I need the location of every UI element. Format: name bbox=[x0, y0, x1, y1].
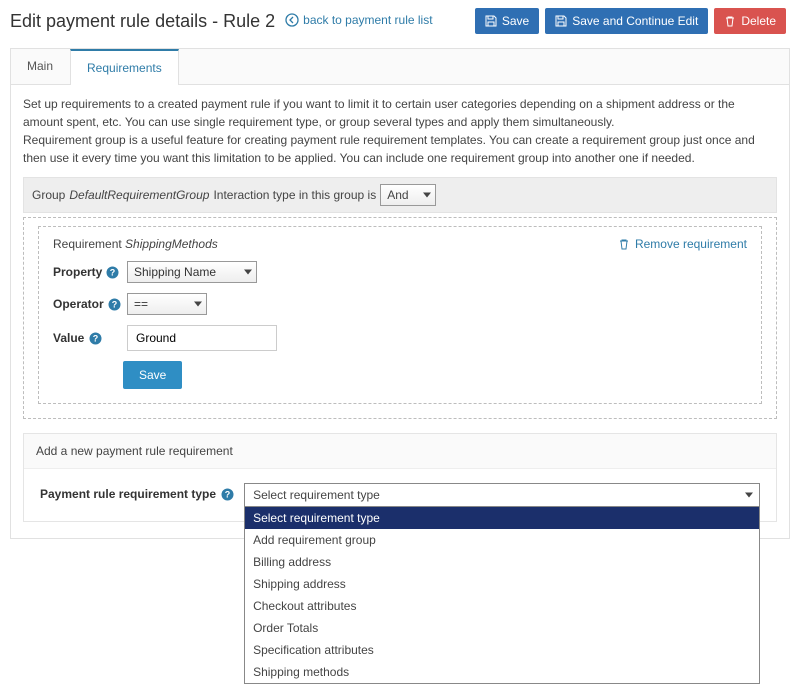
add-requirement-heading: Add a new payment rule requirement bbox=[24, 434, 776, 469]
trash-icon bbox=[724, 15, 736, 27]
remove-requirement-label: Remove requirement bbox=[635, 237, 747, 251]
requirement-box: Requirement ShippingMethods Remove requi… bbox=[38, 226, 762, 404]
tabs: Main Requirements bbox=[11, 49, 789, 85]
save-icon bbox=[485, 15, 497, 27]
svg-text:?: ? bbox=[93, 333, 99, 343]
arrow-left-circle-icon bbox=[285, 13, 299, 27]
requirement-type-option[interactable]: Billing address bbox=[245, 551, 759, 573]
help-icon[interactable]: ? bbox=[106, 265, 119, 279]
requirement-header: Requirement ShippingMethods Remove requi… bbox=[53, 237, 747, 251]
value-row: Value ? bbox=[53, 325, 747, 351]
intro-text: Set up requirements to a created payment… bbox=[23, 95, 777, 167]
operator-select-value: == bbox=[134, 297, 148, 311]
svg-text:?: ? bbox=[224, 489, 230, 499]
save-icon bbox=[555, 15, 567, 27]
help-icon[interactable]: ? bbox=[220, 487, 234, 501]
back-link[interactable]: back to payment rule list bbox=[285, 13, 432, 27]
requirement-title: Requirement ShippingMethods bbox=[53, 237, 218, 251]
save-button-label: Save bbox=[502, 14, 529, 28]
save-continue-button-label: Save and Continue Edit bbox=[572, 14, 698, 28]
intro-p1: Set up requirements to a created payment… bbox=[23, 95, 777, 131]
requirement-name: ShippingMethods bbox=[125, 237, 218, 251]
value-input[interactable] bbox=[127, 325, 277, 351]
property-row: Property ? Shipping Name bbox=[53, 261, 747, 283]
title-wrap: Edit payment rule details - Rule 2 back … bbox=[10, 11, 433, 32]
property-select[interactable]: Shipping Name bbox=[127, 261, 257, 283]
property-label-text: Property bbox=[53, 265, 102, 279]
requirement-type-dropdown[interactable]: Select requirement type Select requireme… bbox=[244, 483, 760, 507]
save-button[interactable]: Save bbox=[475, 8, 539, 34]
page-title: Edit payment rule details - Rule 2 bbox=[10, 11, 275, 32]
requirement-type-option[interactable]: Shipping address bbox=[245, 573, 759, 595]
remove-requirement-link[interactable]: Remove requirement bbox=[618, 237, 747, 251]
requirement-type-options: Select requirement typeAdd requirement g… bbox=[244, 507, 760, 684]
property-label: Property ? bbox=[53, 265, 119, 279]
requirement-type-label-text: Payment rule requirement type bbox=[40, 487, 216, 501]
group-mid: Interaction type in this group is bbox=[213, 188, 376, 202]
svg-text:?: ? bbox=[111, 299, 117, 309]
tab-body: Set up requirements to a created payment… bbox=[11, 85, 789, 538]
requirement-type-option[interactable]: Order Totals bbox=[245, 617, 759, 639]
requirement-type-option[interactable]: Select requirement type bbox=[245, 507, 759, 529]
svg-text:?: ? bbox=[110, 267, 116, 277]
header-buttons: Save Save and Continue Edit Delete bbox=[475, 8, 786, 34]
interaction-type-select[interactable]: And bbox=[380, 184, 436, 206]
property-select-value: Shipping Name bbox=[134, 265, 216, 279]
requirement-type-option[interactable]: Specification attributes bbox=[245, 639, 759, 661]
save-continue-button[interactable]: Save and Continue Edit bbox=[545, 8, 708, 34]
delete-button-label: Delete bbox=[741, 14, 776, 28]
add-requirement-body: Payment rule requirement type ? Select r… bbox=[24, 469, 776, 521]
group-prefix: Group bbox=[32, 188, 65, 202]
back-link-label: back to payment rule list bbox=[303, 13, 432, 27]
requirement-type-selected[interactable]: Select requirement type bbox=[244, 483, 760, 507]
operator-label-text: Operator bbox=[53, 297, 104, 311]
group-name: DefaultRequirementGroup bbox=[69, 188, 209, 202]
group-bar: Group DefaultRequirementGroup Interactio… bbox=[23, 177, 777, 213]
requirement-type-selected-text: Select requirement type bbox=[253, 488, 380, 502]
requirement-group-box: Requirement ShippingMethods Remove requi… bbox=[23, 217, 777, 419]
requirement-type-label: Payment rule requirement type ? bbox=[40, 483, 234, 501]
delete-button[interactable]: Delete bbox=[714, 8, 786, 34]
add-requirement-section: Add a new payment rule requirement Payme… bbox=[23, 433, 777, 522]
tab-main[interactable]: Main bbox=[11, 49, 70, 84]
requirement-type-option[interactable]: Shipping methods bbox=[245, 661, 759, 683]
main-panel: Main Requirements Set up requirements to… bbox=[10, 48, 790, 539]
interaction-type-value: And bbox=[387, 188, 408, 202]
requirement-prefix: Requirement bbox=[53, 237, 122, 251]
operator-row: Operator ? == bbox=[53, 293, 747, 315]
value-label: Value ? bbox=[53, 331, 119, 345]
trash-icon bbox=[618, 238, 630, 250]
requirement-type-option[interactable]: Checkout attributes bbox=[245, 595, 759, 617]
help-icon[interactable]: ? bbox=[108, 297, 121, 311]
requirement-type-option[interactable]: Add requirement group bbox=[245, 529, 759, 551]
operator-select[interactable]: == bbox=[127, 293, 207, 315]
value-label-text: Value bbox=[53, 331, 84, 345]
operator-label: Operator ? bbox=[53, 297, 119, 311]
help-icon[interactable]: ? bbox=[88, 331, 102, 345]
intro-p2: Requirement group is a useful feature fo… bbox=[23, 131, 777, 167]
page-header: Edit payment rule details - Rule 2 back … bbox=[0, 0, 800, 42]
requirement-save-button[interactable]: Save bbox=[123, 361, 182, 389]
tab-requirements[interactable]: Requirements bbox=[70, 49, 179, 85]
